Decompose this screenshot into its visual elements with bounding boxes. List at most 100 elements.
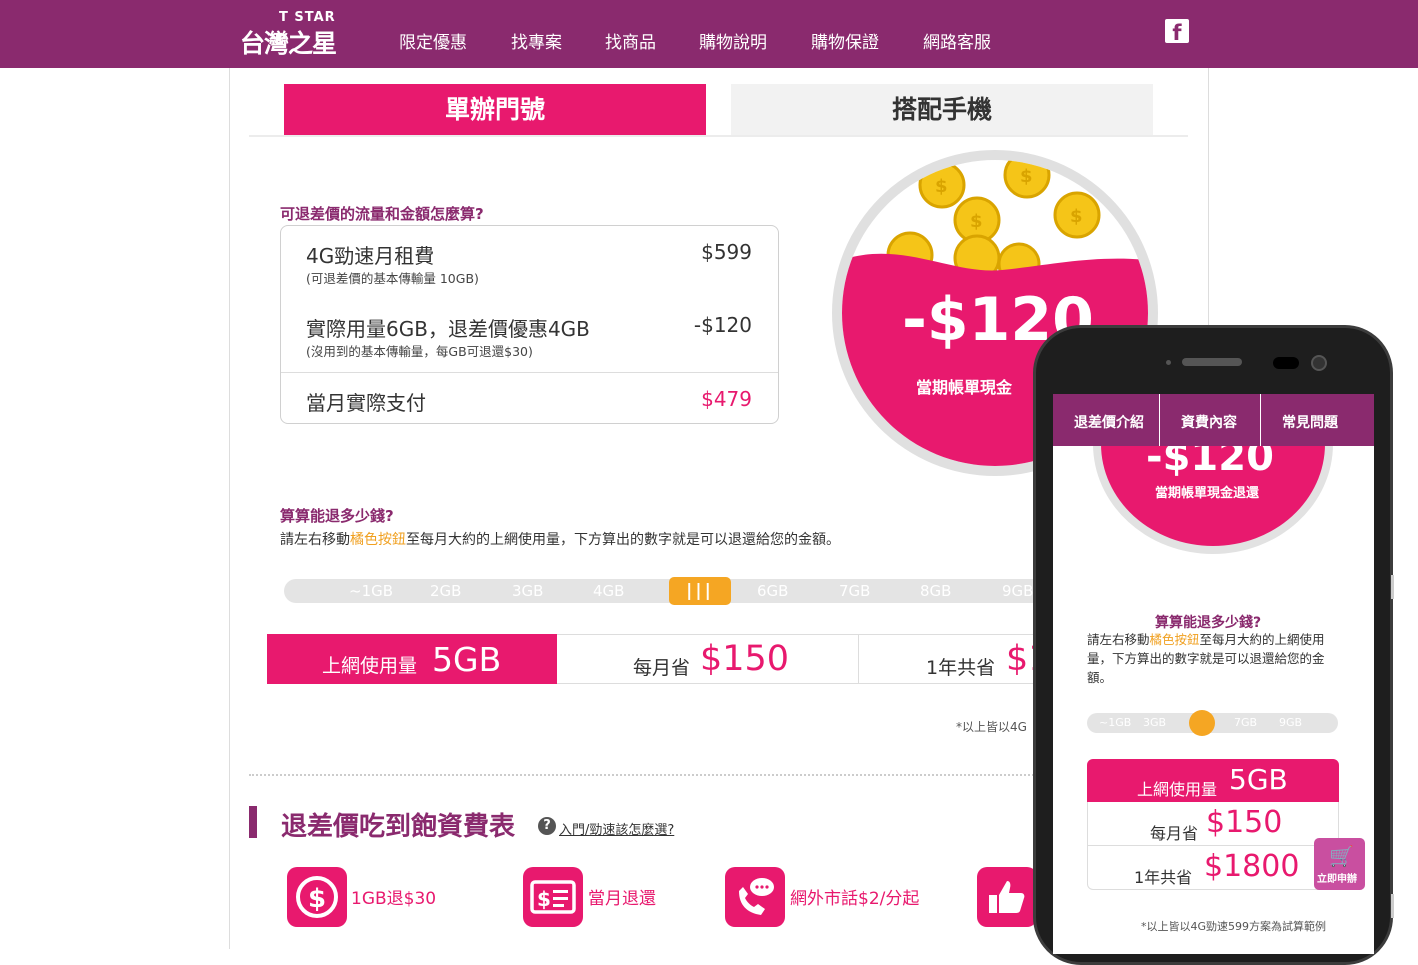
desc-after: 至每月大約的上網使用量，下方算出的數字就是可以退還給您的金額。 — [406, 532, 840, 548]
mobile-result-month: 每月省 $150 — [1087, 802, 1339, 846]
mobile-tab-faq[interactable]: 常見問題 — [1282, 412, 1338, 432]
apply-now-label: 立即申辦 — [1317, 874, 1357, 885]
usage-label: 上網使用量 — [322, 655, 418, 677]
year-label: 1年共省 — [1134, 868, 1193, 887]
thumbs-up-icon — [977, 867, 1037, 927]
calc-total-value: $479 — [701, 387, 752, 411]
phone-sensor — [1273, 357, 1299, 369]
calc-total-label: 當月實際支付 — [306, 391, 426, 415]
top-navigation-bar: T STAR 台灣之星 限定優惠 找專案 找商品 購物說明 購物保證 網路客服 … — [0, 0, 1418, 68]
calc-box: 4G勁速月租費 (可退差價的基本傳輸量 10GB) $599 實際用量6GB，退… — [280, 225, 779, 424]
calc-row-sub: (沒用到的基本傳輸量，每GB可退還$30) — [306, 344, 533, 359]
facebook-glyph: f — [1172, 21, 1182, 43]
year-value: $1800 — [1204, 849, 1300, 884]
nav-find-products[interactable]: 找商品 — [605, 28, 656, 53]
desc-highlight: 橘色按鈕 — [1149, 632, 1200, 647]
section-title: 退差價吃到飽資費表 — [281, 812, 516, 842]
facebook-icon[interactable]: f — [1165, 19, 1189, 43]
feature-label: 當月退還 — [588, 889, 656, 909]
refund-caption: 當期帳單現金 — [916, 378, 1013, 397]
result-usage: 上網使用量 5GB — [267, 634, 557, 684]
logo-english[interactable]: T STAR — [279, 10, 336, 25]
month-label: 每月省 — [633, 657, 691, 679]
help-icon[interactable]: ? — [538, 817, 556, 835]
plan-help-link[interactable]: 入門/勁速該怎麼選? — [559, 819, 674, 838]
mobile-tab-intro[interactable]: 退差價介紹 — [1074, 412, 1144, 432]
calc-row-sub: (可退差價的基本傳輸量 10GB) — [306, 271, 479, 286]
mobile-tab-bar: 退差價介紹 資費內容 常見問題 — [1053, 394, 1374, 446]
calc-row-label: 4G勁速月租費 — [306, 244, 435, 268]
slider-tick: 9GB — [1279, 716, 1303, 729]
svg-text:$: $ — [970, 211, 983, 232]
mobile-tab-separator — [1159, 394, 1160, 446]
mobile-result-usage: 上網使用量 5GB — [1087, 759, 1339, 802]
scroll-indicator — [1391, 894, 1394, 918]
phone-chat-icon — [725, 867, 785, 927]
svg-text:$: $ — [537, 887, 551, 911]
mobile-calc-note: *以上皆以4G勁速599方案為試算範例 — [1141, 920, 1327, 933]
slider-tick: 8GB — [920, 582, 952, 600]
mobile-tab-plans[interactable]: 資費內容 — [1181, 412, 1237, 432]
slider-tick: 3GB — [512, 582, 544, 600]
slider-title: 算算能退多少錢? — [280, 507, 394, 525]
svg-text:$: $ — [308, 884, 326, 914]
feature-label: 網外市話$2/分起 — [790, 889, 920, 909]
tab-divider — [249, 135, 1188, 137]
calc-note: *以上皆以4G — [956, 720, 1027, 734]
usage-slider-handle[interactable]: ||| — [669, 577, 731, 605]
tab-single-number[interactable]: 單辦門號 — [284, 84, 706, 135]
slider-tick: 2GB — [430, 582, 462, 600]
mobile-slider-handle[interactable] — [1189, 710, 1215, 736]
slider-tick: 4GB — [593, 582, 625, 600]
result-monthly-saving: 每月省 $150 — [557, 634, 859, 684]
bill-icon: $ — [523, 867, 583, 927]
calc-row-value: -$120 — [693, 313, 752, 337]
usage-value: 5GB — [1229, 763, 1288, 796]
nav-limited-offers[interactable]: 限定優惠 — [399, 28, 467, 53]
slider-tick: 6GB — [757, 582, 789, 600]
calc-row-label: 實際用量6GB，退差價優惠4GB — [306, 317, 590, 341]
svg-text:$: $ — [1070, 206, 1083, 227]
usage-slider-track[interactable]: ~1GB 2GB 3GB 4GB 6GB 7GB 8GB 9GB — [284, 579, 1044, 603]
mobile-tab-separator — [1260, 394, 1261, 446]
apply-now-button[interactable]: 🛒 立即申辦 — [1314, 838, 1365, 890]
cart-icon: 🛒 — [1329, 844, 1354, 868]
slider-tick: 3GB — [1143, 716, 1167, 729]
year-label: 1年共省 — [926, 657, 996, 679]
month-value: $150 — [1206, 805, 1283, 840]
nav-shopping-guarantee[interactable]: 購物保證 — [811, 28, 879, 53]
phone-speaker — [1182, 358, 1242, 366]
slider-tick: 9GB — [1002, 582, 1034, 600]
month-value: $150 — [700, 639, 790, 679]
dollar-circle-icon: $ — [287, 867, 347, 927]
calc-row-value: $599 — [701, 240, 752, 264]
calc-question-title: 可退差價的流量和金額怎麼算? — [280, 205, 484, 223]
scroll-indicator — [1391, 575, 1394, 599]
logo-chinese[interactable]: 台灣之星 — [240, 24, 337, 60]
desc-highlight: 橘色按鈕 — [350, 532, 406, 548]
phone-camera — [1311, 355, 1327, 371]
phone-screen: -$120 當期帳單現金退還 退差價介紹 資費內容 常見問題 算算能退多少錢? … — [1053, 394, 1374, 954]
mobile-result-year: 1年共省 $1800 — [1087, 846, 1339, 890]
month-label: 每月省 — [1150, 824, 1199, 843]
slider-tick: ~1GB — [349, 582, 394, 600]
slider-tick: 7GB — [1234, 716, 1258, 729]
nav-online-service[interactable]: 網路客服 — [923, 28, 991, 53]
slider-tick: 7GB — [839, 582, 871, 600]
desc-before: 請左右移動 — [280, 532, 350, 548]
nav-shopping-guide[interactable]: 購物說明 — [699, 28, 767, 53]
phone-sensor — [1166, 360, 1171, 365]
result-yearly-saving: 1年共省 $1 — [859, 634, 1039, 684]
slider-description: 請左右移動橘色按鈕至每月大約的上網使用量，下方算出的數字就是可以退還給您的金額。 — [280, 529, 840, 549]
mobile-refund-caption: 當期帳單現金退還 — [1155, 486, 1260, 501]
tab-with-phone[interactable]: 搭配手機 — [731, 84, 1153, 135]
svg-text:$: $ — [935, 176, 948, 197]
svg-text:$: $ — [1020, 166, 1033, 187]
nav-find-plans[interactable]: 找專案 — [511, 28, 562, 53]
desc-before: 請左右移動 — [1087, 632, 1150, 647]
slider-tick: ~1GB — [1099, 716, 1132, 729]
feature-label: 1GB退$30 — [351, 889, 437, 909]
mobile-slider-title: 算算能退多少錢? — [1155, 615, 1262, 631]
mobile-slider-description: 請左右移動橘色按鈕至每月大約的上網使用量，下方算出的數字就是可以退還給您的金額。 — [1087, 630, 1337, 687]
usage-value: 5GB — [432, 640, 502, 679]
